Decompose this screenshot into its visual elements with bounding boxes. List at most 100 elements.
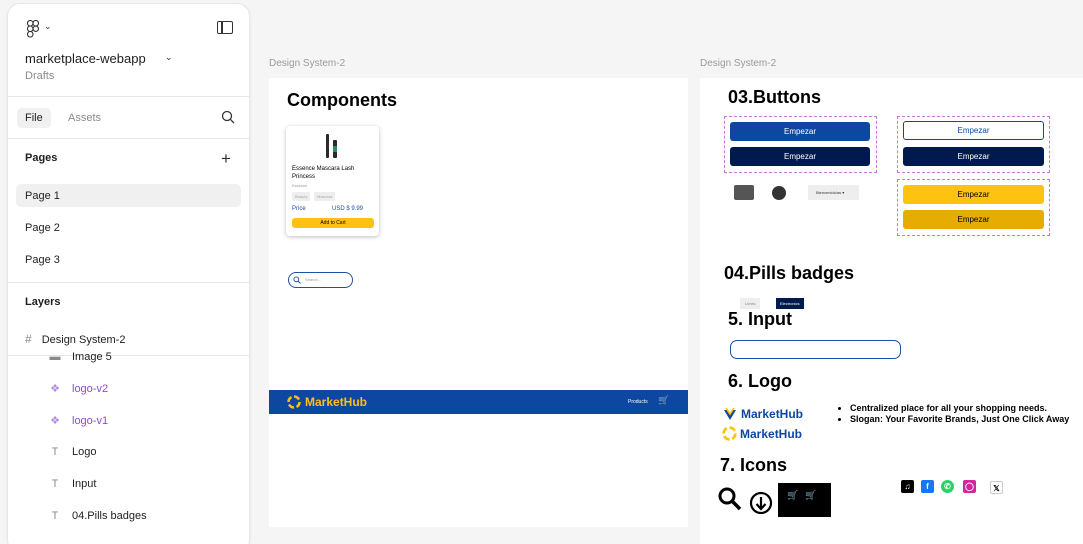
text-layer-icon: T: [51, 478, 59, 490]
facebook-icon: f: [921, 480, 934, 493]
tiktok-icon: ♫: [901, 480, 914, 493]
layer-row-pills-badges[interactable]: T 04.Pills badges: [48, 510, 147, 522]
layer-row-logo-v1[interactable]: ❖ logo-v1: [48, 414, 109, 428]
primary-button[interactable]: Empezar: [730, 122, 870, 141]
layer-label: Logo: [72, 446, 97, 458]
layer-frame-design-system[interactable]: # Design System-2: [25, 332, 125, 346]
search-icon: [718, 487, 742, 511]
layer-row-logo-v2[interactable]: ❖ logo-v2: [48, 382, 109, 396]
cart-icon[interactable]: 🛒: [658, 395, 669, 406]
chevron-down-icon[interactable]: ⌄: [44, 21, 52, 32]
navbar-component[interactable]: MarketHub Products 🛒: [269, 390, 688, 414]
navbar-brand: MarketHub: [305, 395, 368, 409]
left-sidebar: ⌄ marketplace-webapp ⌄ Drafts File Asset…: [8, 4, 249, 544]
search-placeholder: Search...: [305, 277, 322, 282]
layer-row-image[interactable]: ▬ Image 5: [48, 351, 112, 363]
frame-label[interactable]: Design System-2: [269, 58, 345, 69]
buttons-heading: 03.Buttons: [728, 87, 822, 107]
add-to-cart-button[interactable]: Add to Cart: [292, 218, 374, 228]
secondary-dark-button[interactable]: Empezar: [903, 147, 1044, 166]
whatsapp-icon: ✆: [941, 480, 954, 493]
component-icon: ❖: [50, 415, 60, 427]
pill-badge-active: Electronics: [776, 298, 804, 309]
add-page-plus-icon[interactable]: +: [221, 149, 231, 169]
file-name[interactable]: marketplace-webapp: [25, 51, 146, 66]
divider: [8, 282, 249, 283]
dropdown-label: Bienvenido/as: [816, 190, 842, 195]
outline-button[interactable]: Empezar: [903, 121, 1044, 140]
price-value: USD $ 9.99: [332, 206, 364, 212]
component-icon: ❖: [50, 383, 60, 395]
divider: [8, 96, 249, 97]
layer-label: Image 5: [72, 351, 112, 363]
input-heading: 5. Input: [728, 309, 792, 329]
layer-label: 04.Pills badges: [72, 510, 147, 522]
page-item-1[interactable]: Page 1: [16, 184, 241, 207]
accent-dark-button[interactable]: Empezar: [903, 210, 1044, 229]
logo-v2[interactable]: MarketHub: [722, 407, 803, 421]
product-brand: Essence: [292, 183, 308, 188]
text-layer-icon: T: [51, 510, 59, 522]
divider: [8, 355, 249, 356]
mascara-product-image: [326, 134, 337, 158]
pages-heading: Pages: [25, 152, 58, 164]
divider: [8, 138, 249, 139]
navbar-products-link[interactable]: Products: [628, 399, 648, 405]
file-header: ⌄ marketplace-webapp ⌄ Drafts: [8, 4, 249, 96]
layer-row-input[interactable]: T Input: [48, 478, 97, 490]
file-location: Drafts: [25, 70, 55, 82]
file-menu-chevron-icon[interactable]: ⌄: [165, 52, 173, 63]
dropdown-button[interactable]: Bienvenido/as ▾: [808, 185, 859, 200]
product-tag: Mascara: [314, 192, 336, 201]
layer-label: logo-v2: [72, 382, 109, 395]
layers-heading: Layers: [25, 296, 61, 308]
tab-assets[interactable]: Assets: [68, 112, 101, 124]
logo-v1[interactable]: MarketHub: [722, 426, 802, 441]
cart-icon: 🛒: [805, 490, 817, 500]
product-tag: Beauty: [292, 192, 311, 201]
components-title: Components: [287, 90, 397, 110]
markethub-wing-logo-icon: [724, 407, 736, 420]
logo-text: MarketHub: [741, 407, 804, 421]
icon-set: [718, 487, 773, 514]
cart-icon: 🛒: [787, 490, 799, 500]
layer-label: logo-v1: [72, 414, 109, 427]
text-input-component[interactable]: [730, 340, 901, 359]
search-bar-component[interactable]: Search...: [288, 272, 353, 288]
price-label: Price: [292, 206, 306, 212]
logo-note: Slogan: Your Favorite Brands, Just One C…: [850, 414, 1069, 424]
download-circle-icon: [749, 491, 773, 514]
product-name: Essence Mascara Lash Princess: [292, 166, 355, 180]
figma-logo-icon[interactable]: [27, 20, 39, 38]
canvas-frame-components[interactable]: Components Essence Mascara Lash Princess…: [269, 78, 688, 527]
primary-dark-button[interactable]: Empezar: [730, 147, 870, 166]
accent-button[interactable]: Empezar: [903, 185, 1044, 204]
tab-file[interactable]: File: [17, 108, 51, 128]
x-twitter-icon: 𝕏: [990, 481, 1003, 494]
icons-heading: 7. Icons: [720, 455, 788, 475]
image-layer-icon: ▬: [49, 351, 61, 363]
logo-notes-list: Centralized place for all your shopping …: [840, 403, 1069, 425]
page-item-3[interactable]: Page 3: [16, 248, 241, 271]
chevron-right-icon[interactable]: [772, 186, 786, 200]
pills-badges-heading: 04.Pills badges: [724, 263, 855, 283]
page-item-2[interactable]: Page 2: [16, 216, 241, 239]
search-icon[interactable]: [221, 110, 235, 124]
logo-heading: 6. Logo: [728, 371, 792, 391]
frame-hash-icon: #: [25, 332, 32, 346]
markethub-logo-icon: [287, 395, 301, 409]
layer-row-logo[interactable]: T Logo: [48, 446, 97, 458]
search-icon: [293, 276, 301, 284]
product-card[interactable]: Essence Mascara Lash Princess Essence Be…: [286, 126, 379, 236]
instagram-icon: ◯: [963, 480, 976, 493]
pill-badge: Limits: [740, 298, 761, 309]
logo-note: Centralized place for all your shopping …: [850, 403, 1069, 413]
layer-label: Input: [72, 478, 97, 490]
text-layer-icon: T: [51, 446, 59, 458]
panel-toggle-icon[interactable]: [217, 21, 233, 34]
canvas-frame-design-system[interactable]: 03.Buttons Empezar Empezar Empezar Empez…: [700, 78, 1083, 544]
chevron-down-icon[interactable]: [734, 185, 754, 200]
cart-icons-preview: 🛒 🛒: [778, 483, 831, 517]
markethub-logo-icon: [722, 426, 737, 441]
frame-label[interactable]: Design System-2: [700, 58, 776, 69]
